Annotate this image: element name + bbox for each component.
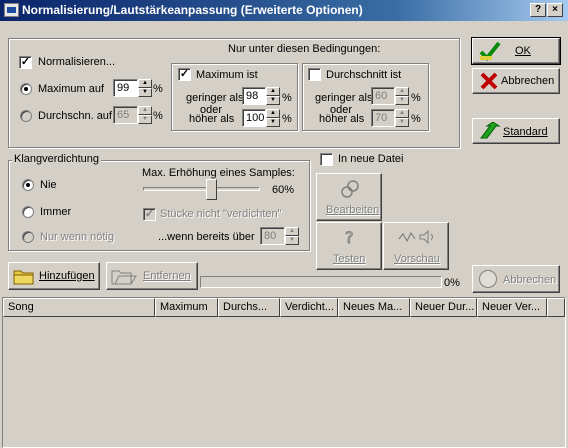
max-spinner[interactable]: ▲ ▼ <box>138 79 152 97</box>
cancel-button[interactable]: Abbrechen <box>472 68 560 94</box>
always-label: Immer <box>40 206 72 218</box>
column-average[interactable]: Durchs... <box>218 298 280 317</box>
column-new-compression[interactable]: Neuer Ver... <box>477 298 547 317</box>
column-maximum[interactable]: Maximum <box>155 298 218 317</box>
avg-condition-label: Durchschnitt ist <box>326 69 402 81</box>
normalize-label: Normalisieren... <box>38 56 116 68</box>
test-button[interactable]: ? Testen <box>316 222 382 270</box>
remove-label: Entfernen <box>143 270 191 282</box>
no-compress-checkbox[interactable]: ✓ <box>143 208 156 221</box>
when-needed-label: Nur wenn nötig <box>40 231 114 243</box>
ok-label: OK <box>515 45 531 57</box>
edit-icon <box>341 180 359 198</box>
when-over-label: ...wenn bereits über <box>158 231 255 243</box>
remove-button[interactable]: Entfernen <box>106 262 198 290</box>
test-label: Testen <box>333 253 366 265</box>
song-list[interactable] <box>2 297 566 448</box>
window-title: Normalisierung/Lautstärkeanpassung (Erwe… <box>22 3 363 17</box>
standard-button[interactable]: Standard <box>472 118 560 144</box>
always-radio[interactable] <box>22 206 34 218</box>
max-more-input[interactable]: 100 <box>242 109 266 127</box>
circle-icon <box>479 270 497 288</box>
preview-label: Vorschau <box>394 253 440 265</box>
speaker-icon <box>398 229 433 245</box>
max-increase-label: Max. Erhöhung eines Samples: <box>142 167 295 179</box>
edit-button[interactable]: Bearbeiten <box>316 173 382 221</box>
max-more-label: höher als <box>189 113 235 125</box>
column-filler <box>547 298 565 317</box>
max-label: Maximum auf <box>38 83 105 95</box>
when-over-spinner[interactable]: ▲ ▼ <box>285 227 299 245</box>
progress-bar <box>200 276 442 288</box>
avg-less-input[interactable]: 60 <box>371 87 395 105</box>
column-song[interactable]: Song <box>3 298 155 317</box>
column-new-max[interactable]: Neues Ma... <box>338 298 410 317</box>
max-more-spinner[interactable]: ▲ ▼ <box>266 109 280 127</box>
increase-slider-track <box>143 187 260 191</box>
avg-spinner[interactable]: ▲ ▼ <box>138 106 152 124</box>
arrow-icon <box>480 122 501 139</box>
compression-title: Klangverdichtung <box>12 153 102 165</box>
avg-less-percent: % <box>411 92 421 104</box>
never-label: Nie <box>40 179 57 191</box>
max-radio[interactable] <box>20 83 32 95</box>
avg-label: Durchschn. auf <box>38 110 112 122</box>
avg-input[interactable]: 65 <box>113 106 138 124</box>
max-less-percent: % <box>282 92 292 104</box>
avg-condition-checkbox[interactable] <box>308 68 321 81</box>
when-needed-radio[interactable] <box>22 231 34 243</box>
ok-button[interactable]: OK <box>471 37 561 65</box>
app-icon <box>4 3 19 17</box>
preview-button[interactable]: Vorschau <box>383 222 449 270</box>
close-button[interactable]: × <box>547 3 563 17</box>
normalize-checkbox[interactable]: ✓ <box>19 56 32 69</box>
avg-more-input[interactable]: 70 <box>371 109 395 127</box>
increase-slider-thumb[interactable] <box>206 179 217 200</box>
cross-icon <box>480 72 498 90</box>
conditions-title: Nur unter diesen Bedingungen: <box>228 43 381 55</box>
checkmark-icon <box>479 41 501 61</box>
avg-radio[interactable] <box>20 110 32 122</box>
max-less-spinner[interactable]: ▲ ▼ <box>266 87 280 105</box>
svg-text:?: ? <box>345 228 354 247</box>
help-button[interactable]: ? <box>530 3 546 17</box>
question-icon: ? <box>345 228 355 248</box>
abort-button[interactable]: Abbrechen <box>472 265 560 293</box>
when-over-input[interactable]: 80 <box>260 227 285 245</box>
avg-percent: % <box>153 110 163 122</box>
open-folder-icon <box>111 270 137 285</box>
avg-more-spinner[interactable]: ▲ ▼ <box>395 109 409 127</box>
max-percent: % <box>153 83 163 95</box>
progress-label: 0% <box>444 277 460 289</box>
abort-label: Abbrechen <box>503 274 557 286</box>
column-compression[interactable]: Verdicht... <box>280 298 338 317</box>
title-bar: Normalisierung/Lautstärkeanpassung (Erwe… <box>0 0 568 21</box>
max-condition-checkbox[interactable]: ✓ <box>178 68 191 81</box>
edit-label: Bearbeiten <box>326 204 380 216</box>
folder-icon <box>13 270 34 285</box>
avg-less-spinner[interactable]: ▲ ▼ <box>395 87 409 105</box>
cancel-label: Abbrechen <box>501 75 555 87</box>
never-radio[interactable] <box>22 179 34 191</box>
max-condition-label: Maximum ist <box>196 69 258 81</box>
add-button[interactable]: Hinzufügen <box>8 262 100 290</box>
max-more-percent: % <box>282 113 292 125</box>
column-new-avg[interactable]: Neuer Dur... <box>410 298 477 317</box>
no-compress-label: Stücke nicht "verdichten" <box>160 208 282 220</box>
avg-less-label: geringer als <box>315 92 373 104</box>
standard-label: Standard <box>503 126 548 138</box>
new-file-label: In neue Datei <box>338 153 404 165</box>
avg-more-label: höher als <box>319 113 365 125</box>
max-less-label: geringer als <box>186 92 244 104</box>
max-less-input[interactable]: 98 <box>242 87 266 105</box>
new-file-checkbox[interactable] <box>320 153 333 166</box>
slider-value: 60% <box>272 184 295 196</box>
max-input[interactable]: 99 <box>113 79 138 97</box>
add-label: Hinzufügen <box>39 270 95 282</box>
avg-more-percent: % <box>411 113 421 125</box>
